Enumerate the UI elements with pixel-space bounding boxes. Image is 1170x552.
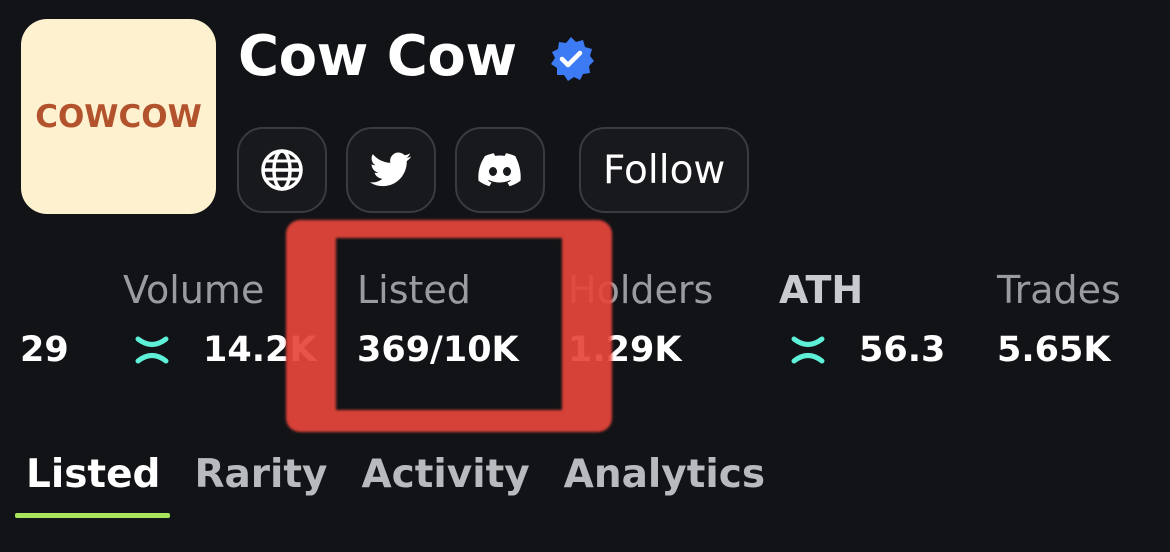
tab-activity[interactable]: Activity (361, 452, 529, 497)
follow-button[interactable]: Follow (579, 127, 750, 213)
x-token-icon (135, 336, 169, 364)
collection-logo: COWCOW (21, 19, 216, 214)
active-tab-indicator (15, 513, 170, 518)
x-token-icon (791, 336, 825, 364)
twitter-icon (370, 152, 412, 187)
highlight-annotation (286, 220, 612, 432)
holders-label: Holders (568, 268, 714, 312)
website-button[interactable] (237, 127, 327, 213)
ath-label: ATH (779, 268, 864, 312)
trades-value: 5.65K (997, 330, 1110, 370)
partial-stat-value: 29 (20, 330, 69, 370)
tab-listed[interactable]: Listed (26, 452, 160, 497)
tab-analytics[interactable]: Analytics (564, 452, 765, 497)
listed-label: Listed (357, 268, 471, 312)
listed-value-text: 369/10K (357, 330, 519, 370)
partial-value-text: 29 (20, 330, 69, 370)
globe-icon (261, 149, 303, 191)
tab-rarity[interactable]: Rarity (194, 452, 327, 497)
twitter-button[interactable] (346, 127, 436, 213)
discord-button[interactable] (455, 127, 545, 213)
action-buttons: Follow (237, 127, 750, 213)
title-row: Cow Cow (238, 24, 595, 89)
trades-value-text: 5.65K (997, 330, 1111, 370)
logo-text: COWCOW (35, 98, 202, 135)
volume-label: Volume (123, 268, 265, 312)
collection-title: Cow Cow (238, 24, 517, 89)
discord-icon (478, 153, 521, 187)
ath-value: 56.3 (791, 330, 945, 370)
ath-value-text: 56.3 (859, 330, 946, 370)
holders-value-text: 1.29K (568, 330, 682, 370)
holders-value: 1.29K (568, 330, 681, 370)
volume-value: 14.2K (135, 330, 316, 370)
verified-badge-icon (550, 36, 594, 81)
trades-label: Trades (997, 268, 1121, 312)
tab-bar: Listed Rarity Activity Analytics (26, 452, 765, 497)
volume-value-text: 14.2K (203, 330, 317, 370)
listed-value: 369/10K (357, 330, 519, 370)
